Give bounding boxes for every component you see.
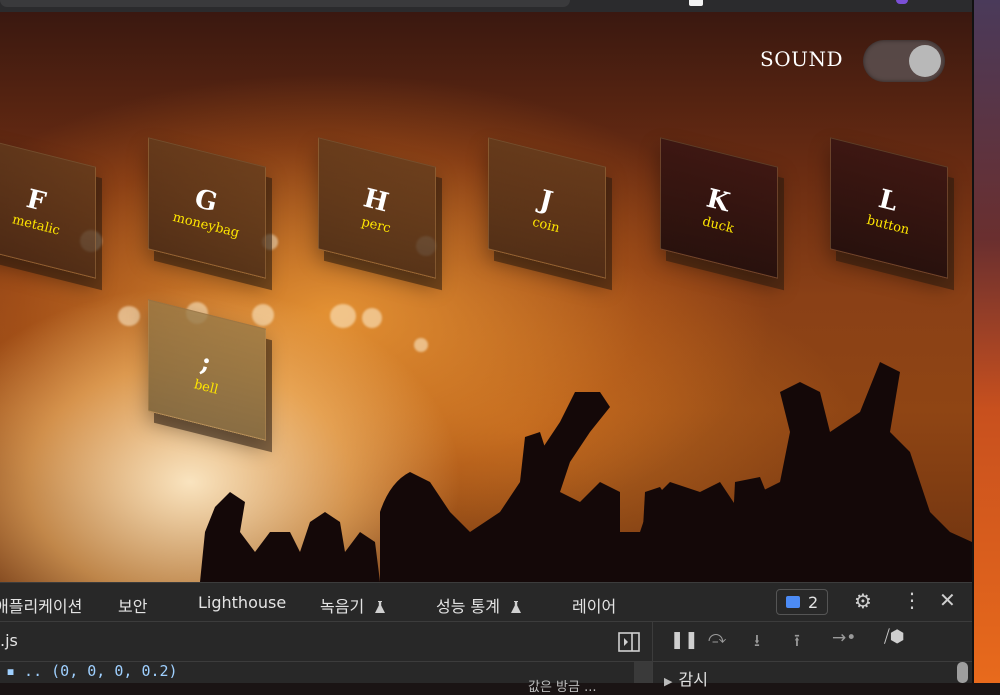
watch-section[interactable]: ▶ 감시 — [664, 666, 708, 690]
editor-scrollbar[interactable] — [634, 662, 652, 683]
desktop-wallpaper-edge — [972, 0, 1000, 683]
key-j[interactable]: J coin — [488, 137, 612, 279]
key-l[interactable]: L button — [830, 137, 954, 279]
code-line: ▪ .. (0, 0, 0, 0.2) — [6, 662, 178, 680]
key-k[interactable]: K duck — [660, 137, 784, 279]
crowd-silhouette — [200, 362, 972, 582]
step-into-icon[interactable]: ⭳ — [754, 628, 760, 657]
flask-icon — [511, 601, 522, 613]
pane-divider — [652, 622, 653, 683]
dock-side-icon[interactable] — [618, 632, 640, 652]
tab-layers[interactable]: 레이어 — [572, 593, 616, 617]
tab-recorder[interactable]: 녹음기 — [320, 593, 386, 617]
tab-security[interactable]: 보안 — [118, 593, 147, 617]
deactivate-breakpoints-icon[interactable]: ⧸⬢ — [884, 627, 905, 647]
key-g[interactable]: G moneybag — [148, 137, 272, 279]
toolbar-indicator — [689, 0, 703, 6]
sound-toggle-knob[interactable] — [909, 45, 941, 77]
tab-performance-insights[interactable]: 성능 통계 — [436, 593, 522, 617]
key-f[interactable]: F metalic — [0, 137, 102, 279]
extension-indicator — [896, 0, 908, 4]
tab-label: 녹음기 — [320, 597, 365, 616]
pause-icon[interactable]: ❚❚ — [670, 630, 699, 650]
tab-lighthouse[interactable]: Lighthouse — [198, 593, 286, 612]
watch-label: 감시 — [678, 670, 708, 689]
browser-top-bar — [0, 0, 972, 12]
code-hint: 값은 방금 ... — [528, 680, 597, 695]
issues-count: 2 — [808, 593, 819, 612]
step-icon[interactable]: →• — [832, 628, 856, 648]
key-semicolon[interactable]: ; bell — [148, 299, 272, 441]
sound-toggle[interactable] — [863, 40, 945, 82]
chevron-right-icon: ▶ — [664, 675, 673, 688]
sidebar-scrollbar[interactable] — [957, 662, 968, 683]
sources-toolbar: .js ❚❚ ⤼ ⭳ ⭱ →• ⧸⬢ — [0, 622, 972, 662]
tab-application[interactable]: 애플리케이션 — [0, 593, 82, 617]
address-bar-edge — [0, 0, 570, 7]
more-vert-icon[interactable]: ⋮ — [902, 588, 922, 612]
tab-label: 성능 통계 — [436, 597, 500, 616]
devtools-tab-bar: 애플리케이션 보안 Lighthouse 녹음기 성능 통계 레이어 2 ⚙ ⋮… — [0, 582, 972, 622]
step-over-icon[interactable]: ⤼ — [708, 628, 726, 648]
sound-label: SOUND — [760, 47, 843, 71]
close-icon[interactable]: ✕ — [939, 588, 956, 612]
flask-icon — [375, 601, 386, 613]
issues-badge[interactable]: 2 — [776, 589, 828, 615]
devtools-panel: 애플리케이션 보안 Lighthouse 녹음기 성능 통계 레이어 2 ⚙ ⋮… — [0, 582, 972, 695]
chat-icon — [786, 596, 800, 608]
file-tab[interactable]: .js — [0, 631, 18, 650]
game-stage: SOUND F metalic G moneybag H perc J coin… — [0, 12, 972, 582]
step-out-icon[interactable]: ⭱ — [794, 628, 800, 657]
gear-icon[interactable]: ⚙ — [854, 589, 872, 613]
key-h[interactable]: H perc — [318, 137, 442, 279]
